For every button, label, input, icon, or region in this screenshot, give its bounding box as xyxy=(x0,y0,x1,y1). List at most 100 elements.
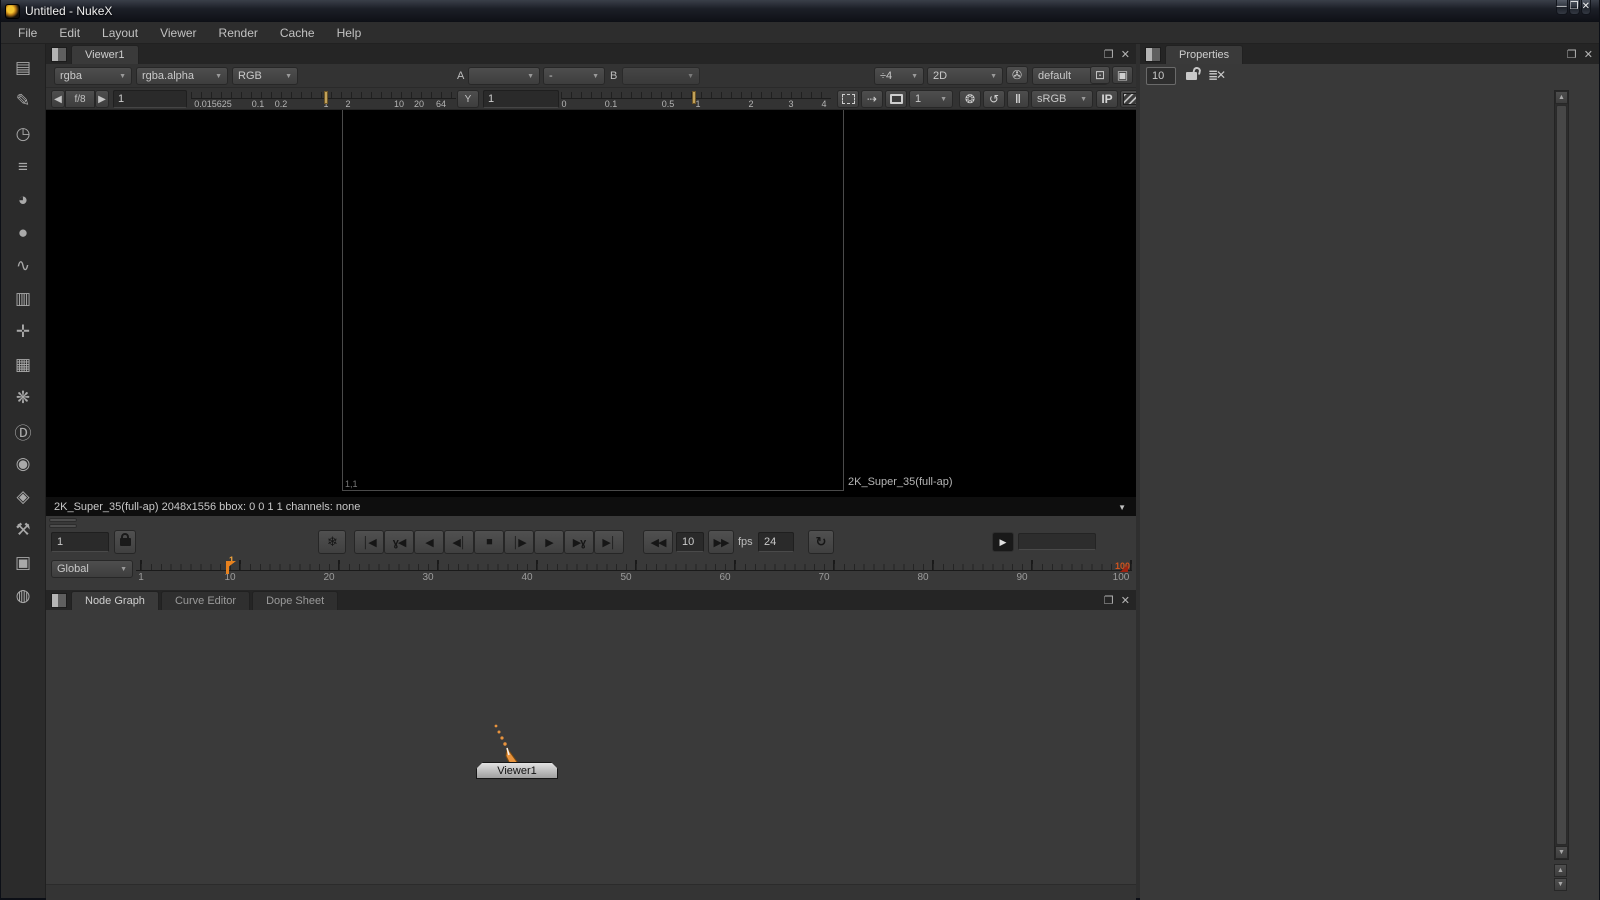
tab-dope-sheet[interactable]: Dope Sheet xyxy=(252,591,338,610)
tab-viewer1[interactable]: Viewer1 xyxy=(71,45,139,64)
clipping-warning-icon[interactable] xyxy=(837,90,859,108)
goto-start-button[interactable]: │◀ xyxy=(354,530,384,554)
clear-all-panels-icon[interactable]: ≣✕ xyxy=(1208,68,1224,82)
pane-grip-icon[interactable] xyxy=(1145,47,1161,62)
image-tool-icon[interactable]: ▤ xyxy=(8,53,38,83)
step-back-button[interactable]: ◀│ xyxy=(444,530,474,554)
stereo-view-select[interactable]: 1▼ xyxy=(909,90,953,108)
flipbook-button[interactable]: ▶ xyxy=(992,532,1014,552)
scroll-up-icon[interactable]: ▲ xyxy=(1555,91,1568,104)
air-tool-icon[interactable]: ◍ xyxy=(8,581,38,611)
fps-input[interactable]: 24 xyxy=(758,532,794,552)
menu-item[interactable]: Cache xyxy=(269,23,326,43)
monitor-output-icon[interactable] xyxy=(885,90,907,108)
refresh-viewer-icon[interactable]: ↺ xyxy=(983,90,1005,108)
viewer-canvas[interactable]: 2K_Super_35(full-ap) 1,1 xyxy=(46,110,1136,496)
splitter-handle[interactable] xyxy=(49,518,77,528)
close-pane-icon[interactable]: ✕ xyxy=(1584,50,1593,61)
tab-curve-editor[interactable]: Curve Editor xyxy=(161,591,250,610)
menu-item[interactable]: File xyxy=(7,23,48,43)
frame-range-select[interactable]: Global▼ xyxy=(51,560,133,578)
stop-button[interactable]: ■ xyxy=(474,530,504,554)
input-process-button[interactable]: IP xyxy=(1096,90,1118,108)
close-pane-icon[interactable]: ✕ xyxy=(1121,50,1130,61)
gamma-slider-handle[interactable] xyxy=(692,91,696,104)
gain-slider[interactable]: 0.0156250.10.212102064 xyxy=(191,89,456,109)
gain-fstop-button[interactable]: f/8 xyxy=(65,90,95,108)
minimize-button[interactable]: — xyxy=(1556,0,1568,15)
menu-item[interactable]: Viewer xyxy=(149,23,207,43)
play-backward-button[interactable]: ◀ xyxy=(414,530,444,554)
pane-grip-icon[interactable] xyxy=(51,593,67,608)
close-pane-icon[interactable]: ✕ xyxy=(1121,596,1130,607)
merge-tool-icon[interactable]: ▥ xyxy=(8,284,38,314)
gain-next-stop-icon[interactable]: ▶ xyxy=(95,90,109,108)
skip-forward-button[interactable]: ▶▶ xyxy=(708,530,734,554)
particles-tool-icon[interactable]: ❋ xyxy=(8,383,38,413)
step-forward-button[interactable]: │▶ xyxy=(504,530,534,554)
downrez-select[interactable]: ÷4▼ xyxy=(874,67,924,85)
frame-lock-icon[interactable] xyxy=(114,530,136,554)
pause-viewer-icon[interactable]: ‖ xyxy=(1007,90,1029,108)
scroll-down-icon[interactable]: ▼ xyxy=(1555,846,1568,859)
blend-mode-select[interactable]: -▼ xyxy=(543,67,605,85)
layer-select[interactable]: rgba▼ xyxy=(54,67,132,85)
float-pane-icon[interactable]: ❐ xyxy=(1104,50,1114,61)
menu-item[interactable]: Layout xyxy=(91,23,149,43)
gamma-input[interactable]: 1 xyxy=(483,90,559,108)
menu-item[interactable]: Render xyxy=(208,23,269,43)
gate-display-icon[interactable]: ▣ xyxy=(1112,66,1133,84)
pane-grip-icon[interactable] xyxy=(51,47,67,62)
alpha-select[interactable]: rgba.alpha▼ xyxy=(136,67,228,85)
tab-node-graph[interactable]: Node Graph xyxy=(71,591,159,610)
lock-panels-icon[interactable] xyxy=(1186,72,1197,80)
gain-slider-handle[interactable] xyxy=(324,91,328,104)
views-tool-icon[interactable]: ◉ xyxy=(8,449,38,479)
draw-tool-icon[interactable]: ✎ xyxy=(8,86,38,116)
gamma-slider[interactable]: 00.10.51234 xyxy=(561,89,831,109)
skip-back-button[interactable]: ◀◀ xyxy=(643,530,673,554)
float-pane-icon[interactable]: ❐ xyxy=(1567,50,1577,61)
deep-tool-icon[interactable]: Ⓓ xyxy=(8,416,38,446)
scroll-up-icon[interactable]: ▲ xyxy=(1554,864,1567,877)
view-mode-select[interactable]: 2D▼ xyxy=(927,67,1003,85)
node-viewer1[interactable]: Viewer1 xyxy=(476,762,558,779)
play-forward-button[interactable]: ▶ xyxy=(534,530,564,554)
roi-icon[interactable]: ❂ xyxy=(959,90,981,108)
transform-tool-icon[interactable]: ✛ xyxy=(8,317,38,347)
gain-input[interactable]: 1 xyxy=(113,90,187,108)
loop-mode-button[interactable]: ↻ xyxy=(808,530,834,554)
maximize-button[interactable]: ❐ xyxy=(1569,0,1580,15)
camera-icon[interactable]: ✇ xyxy=(1006,66,1028,84)
timeline-ruler[interactable]: 1102030405060708090100 1 100 xyxy=(136,556,1132,590)
channel-tool-icon[interactable]: ≡ xyxy=(8,152,38,182)
tab-properties[interactable]: Properties xyxy=(1165,45,1243,64)
status-dropdown-icon[interactable]: ▼ xyxy=(1118,503,1126,512)
next-keyframe-button[interactable]: ▶ɣ xyxy=(564,530,594,554)
titlebar[interactable]: Untitled - NukeX — ❐ ✕ xyxy=(1,0,1599,22)
current-frame-input[interactable]: 1 xyxy=(51,532,109,552)
close-button[interactable]: ✕ xyxy=(1581,0,1591,15)
properties-scrollbar[interactable]: ▲ ▼ xyxy=(1554,90,1569,860)
node-graph-canvas[interactable]: Viewer1 xyxy=(46,610,1136,900)
colorspace-select[interactable]: sRGB▼ xyxy=(1031,90,1093,108)
safe-zones-icon[interactable]: ⇢ xyxy=(861,90,883,108)
scroll-down-icon[interactable]: ▼ xyxy=(1554,878,1567,891)
float-pane-icon[interactable]: ❐ xyxy=(1104,596,1114,607)
menu-item[interactable]: Edit xyxy=(48,23,91,43)
input-b-select[interactable]: ▼ xyxy=(622,67,700,85)
gain-prev-stop-icon[interactable]: ◀ xyxy=(51,90,65,108)
input-a-select[interactable]: ▼ xyxy=(468,67,540,85)
goto-end-button[interactable]: ▶│ xyxy=(594,530,624,554)
keyer-tool-icon[interactable]: ∿ xyxy=(8,251,38,281)
metadata-tool-icon[interactable]: ◈ xyxy=(8,482,38,512)
max-panels-input[interactable]: 10 xyxy=(1146,67,1176,85)
display-channels-select[interactable]: RGB▼ xyxy=(232,67,298,85)
prev-keyframe-button[interactable]: ɣ◀ xyxy=(384,530,414,554)
filter-tool-icon[interactable]: ● xyxy=(8,218,38,248)
menu-item[interactable]: Help xyxy=(326,23,373,43)
time-tool-icon[interactable]: ◷ xyxy=(8,119,38,149)
3d-tool-icon[interactable]: ▦ xyxy=(8,350,38,380)
crop-to-format-icon[interactable]: ⊡ xyxy=(1090,66,1110,84)
scrollbar-thumb[interactable] xyxy=(1556,105,1567,845)
